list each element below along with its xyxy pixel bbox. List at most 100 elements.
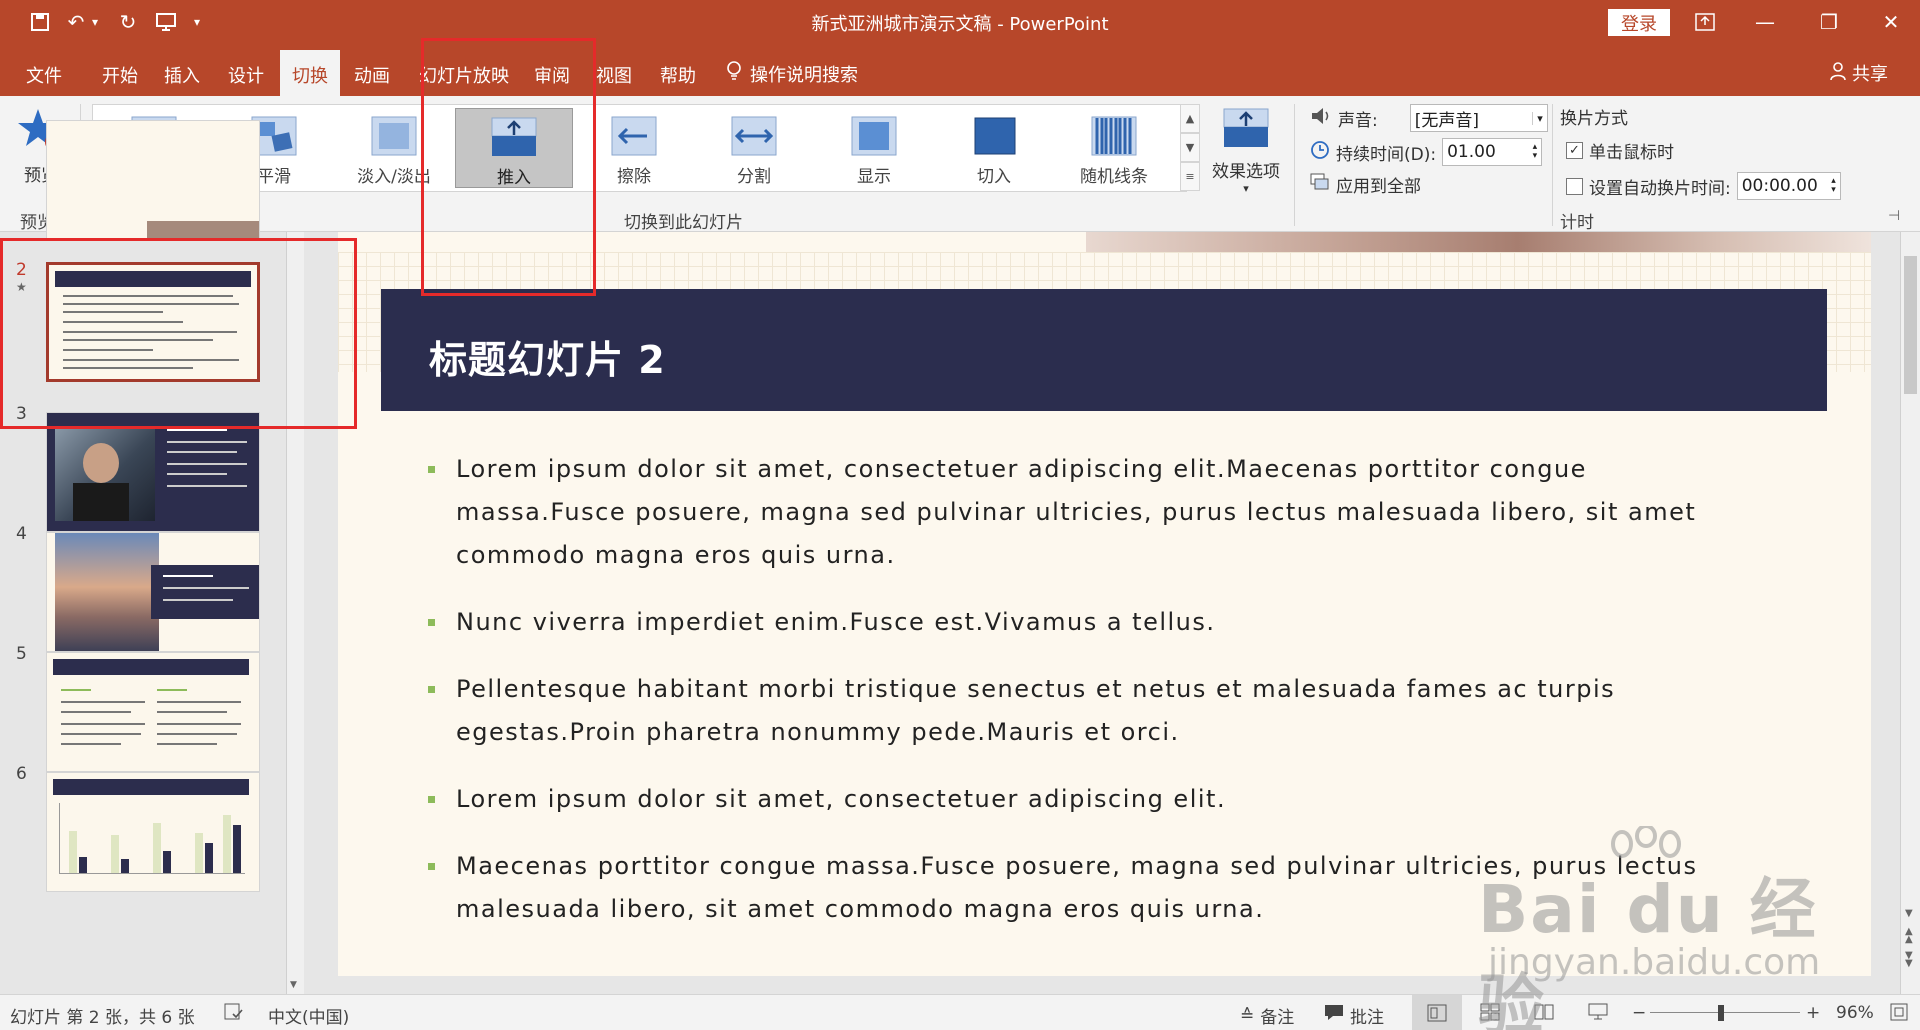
title-placeholder[interactable]: 标题幻灯片 2 bbox=[381, 289, 1827, 411]
apply-all-label: 应用到全部 bbox=[1336, 177, 1421, 197]
comments-button[interactable]: 批注 bbox=[1324, 1003, 1384, 1028]
tab-view[interactable]: 视图 bbox=[588, 56, 640, 96]
on-click-checkbox-row[interactable]: ✓ 单击鼠标时 bbox=[1566, 138, 1674, 163]
status-bar: 幻灯片 第 2 张，共 6 张 中文(中国) ≙ 备注 批注 − + 96% bbox=[0, 994, 1920, 1030]
transition-group-label: 切换到此幻灯片 bbox=[624, 213, 743, 233]
slide-thumbnail[interactable] bbox=[46, 772, 260, 892]
scrollbar-thumb[interactable] bbox=[1904, 256, 1917, 394]
zoom-in-icon[interactable]: + bbox=[1806, 1003, 1820, 1023]
language-indicator[interactable]: 中文(中国) bbox=[268, 1003, 349, 1028]
collapse-ribbon-icon[interactable]: ⊣ bbox=[1888, 208, 1900, 224]
duration-input[interactable]: 01.00 ▴ ▾ bbox=[1442, 138, 1543, 166]
slide-thumbnail[interactable] bbox=[46, 652, 260, 772]
tab-review[interactable]: 审阅 bbox=[526, 56, 578, 96]
slide-canvas[interactable]: 标题幻灯片 2 Lorem ipsum dolor sit amet, cons… bbox=[338, 232, 1871, 976]
effect-options-icon bbox=[1221, 106, 1271, 155]
slide-thumbnail-pane: 2 ★ 3 4 5 6 ▼ bbox=[0, 120, 306, 994]
notes-icon: ≙ bbox=[1240, 1005, 1255, 1026]
content-placeholder[interactable]: Lorem ipsum dolor sit amet, consectetuer… bbox=[428, 448, 1758, 955]
after-time-spinner-icon[interactable]: ▴ ▾ bbox=[1831, 177, 1836, 195]
effect-options-button[interactable]: 效果选项 ▾ bbox=[1208, 106, 1284, 206]
notes-button[interactable]: ≙ 备注 bbox=[1240, 1003, 1294, 1029]
save-icon[interactable] bbox=[26, 8, 54, 36]
slide-info: 幻灯片 第 2 张，共 6 张 bbox=[10, 1008, 195, 1028]
scroll-down-icon[interactable]: ▼ bbox=[290, 980, 297, 990]
accessibility-check-icon[interactable] bbox=[224, 1003, 244, 1021]
thumbnail-scrollbar[interactable]: ▼ bbox=[286, 232, 304, 994]
advance-slide-title: 换片方式 bbox=[1560, 109, 1628, 129]
transition-label: 分割 bbox=[737, 167, 771, 187]
tab-insert[interactable]: 插入 bbox=[156, 56, 208, 96]
transition-reveal[interactable]: 显示 bbox=[815, 108, 933, 188]
vertical-scrollbar[interactable]: ▼ ▲ ▲ ▼ ▼ bbox=[1900, 232, 1920, 994]
tab-design[interactable]: 设计 bbox=[220, 56, 272, 96]
bullet-item: Lorem ipsum dolor sit amet, consectetuer… bbox=[428, 448, 1758, 577]
undo-icon[interactable]: ↶ bbox=[62, 8, 90, 36]
after-time-label: 设置自动换片时间: bbox=[1589, 178, 1731, 199]
share-button[interactable]: 共享 bbox=[1828, 60, 1888, 86]
normal-view-icon[interactable] bbox=[1412, 995, 1462, 1030]
transition-star-icon: ★ bbox=[16, 280, 27, 294]
fit-to-window-icon[interactable] bbox=[1890, 1003, 1908, 1021]
transition-cut[interactable]: 切入 bbox=[935, 108, 1053, 188]
zoom-slider-handle[interactable] bbox=[1718, 1005, 1724, 1021]
gallery-scroll-down-icon[interactable]: ▼ bbox=[1180, 133, 1200, 162]
transition-split-icon bbox=[729, 114, 779, 158]
transition-fade-icon bbox=[369, 114, 419, 158]
gallery-more-icon[interactable]: ≡ bbox=[1180, 162, 1200, 191]
zoom-slider[interactable] bbox=[1650, 1012, 1800, 1013]
tab-animations[interactable]: 动画 bbox=[346, 56, 398, 96]
minimize-icon[interactable]: — bbox=[1736, 0, 1794, 44]
tell-me-search[interactable]: 操作说明搜索 bbox=[726, 60, 858, 87]
duration-label: 持续时间(D): bbox=[1336, 144, 1437, 165]
next-slide-icon[interactable]: ▼ ▼ bbox=[1905, 951, 1913, 969]
on-click-checkbox[interactable]: ✓ bbox=[1566, 142, 1583, 159]
ribbon-display-options-icon[interactable] bbox=[1676, 0, 1734, 44]
after-time-input[interactable]: 00:00.00 ▴ ▾ bbox=[1736, 172, 1841, 200]
window-title: 新式亚洲城市演示文稿 - PowerPoint bbox=[811, 14, 1109, 35]
sound-select[interactable]: [无声音] ▾ bbox=[1409, 104, 1548, 132]
previous-slide-icon[interactable]: ▲ ▲ bbox=[1905, 927, 1913, 945]
zoom-level[interactable]: 96% bbox=[1836, 1003, 1874, 1023]
transition-split[interactable]: 分割 bbox=[695, 108, 813, 188]
transition-push[interactable]: 推入 bbox=[455, 108, 573, 188]
title-bar: ↶ ▾ ↻ ▾ 新式亚洲城市演示文稿 - PowerPoint 登录 — ❐ ✕ bbox=[0, 0, 1920, 44]
apply-to-all-button[interactable]: 应用到全部 bbox=[1310, 172, 1421, 197]
close-icon[interactable]: ✕ bbox=[1862, 0, 1920, 44]
slide-thumbnail-current[interactable] bbox=[46, 262, 260, 382]
login-button[interactable]: 登录 bbox=[1608, 9, 1670, 36]
slide-show-view-icon[interactable] bbox=[1588, 1003, 1608, 1021]
after-time-checkbox[interactable] bbox=[1566, 177, 1583, 195]
apply-all-icon bbox=[1310, 173, 1330, 196]
slide-sorter-view-icon[interactable] bbox=[1480, 1003, 1500, 1021]
customize-qat-icon[interactable]: ▾ bbox=[190, 8, 204, 36]
zoom-out-icon[interactable]: − bbox=[1632, 1003, 1646, 1023]
comment-icon bbox=[1324, 1004, 1344, 1027]
redo-icon[interactable]: ↻ bbox=[114, 8, 142, 36]
transition-random-bars[interactable]: 随机线条 bbox=[1055, 108, 1173, 188]
group-separator bbox=[1294, 104, 1295, 226]
tab-file[interactable]: 文件 bbox=[18, 56, 70, 96]
scroll-down-icon[interactable]: ▼ bbox=[1905, 908, 1913, 919]
tab-slide-show[interactable]: 幻灯片放映 bbox=[414, 56, 514, 96]
slide-thumbnail[interactable] bbox=[46, 532, 260, 652]
gallery-scroll-up-icon[interactable]: ▲ bbox=[1180, 104, 1200, 133]
duration-spinner-icon[interactable]: ▴ ▾ bbox=[1533, 143, 1538, 161]
undo-dropdown-icon[interactable]: ▾ bbox=[88, 8, 102, 36]
tab-transitions[interactable]: 切换 bbox=[280, 50, 340, 96]
transition-label: 淡入/淡出 bbox=[357, 167, 431, 187]
tab-home[interactable]: 开始 bbox=[94, 56, 146, 96]
effect-options-label: 效果选项 bbox=[1212, 162, 1280, 182]
transition-fade[interactable]: 淡入/淡出 bbox=[335, 108, 453, 188]
transition-cut-icon bbox=[969, 114, 1019, 158]
bullet-item: Nunc viverra imperdiet enim.Fusce est.Vi… bbox=[428, 601, 1758, 644]
tab-help[interactable]: 帮助 bbox=[652, 56, 704, 96]
slide-thumbnail[interactable] bbox=[46, 412, 260, 532]
restore-icon[interactable]: ❐ bbox=[1800, 0, 1858, 44]
slide-thumbnail[interactable] bbox=[46, 120, 260, 240]
reading-view-icon[interactable] bbox=[1534, 1003, 1554, 1021]
transition-wipe[interactable]: 擦除 bbox=[575, 108, 693, 188]
duration-value: 01.00 bbox=[1447, 142, 1496, 162]
present-from-start-icon[interactable] bbox=[152, 8, 180, 36]
chevron-down-icon[interactable]: ▾ bbox=[1532, 111, 1543, 125]
